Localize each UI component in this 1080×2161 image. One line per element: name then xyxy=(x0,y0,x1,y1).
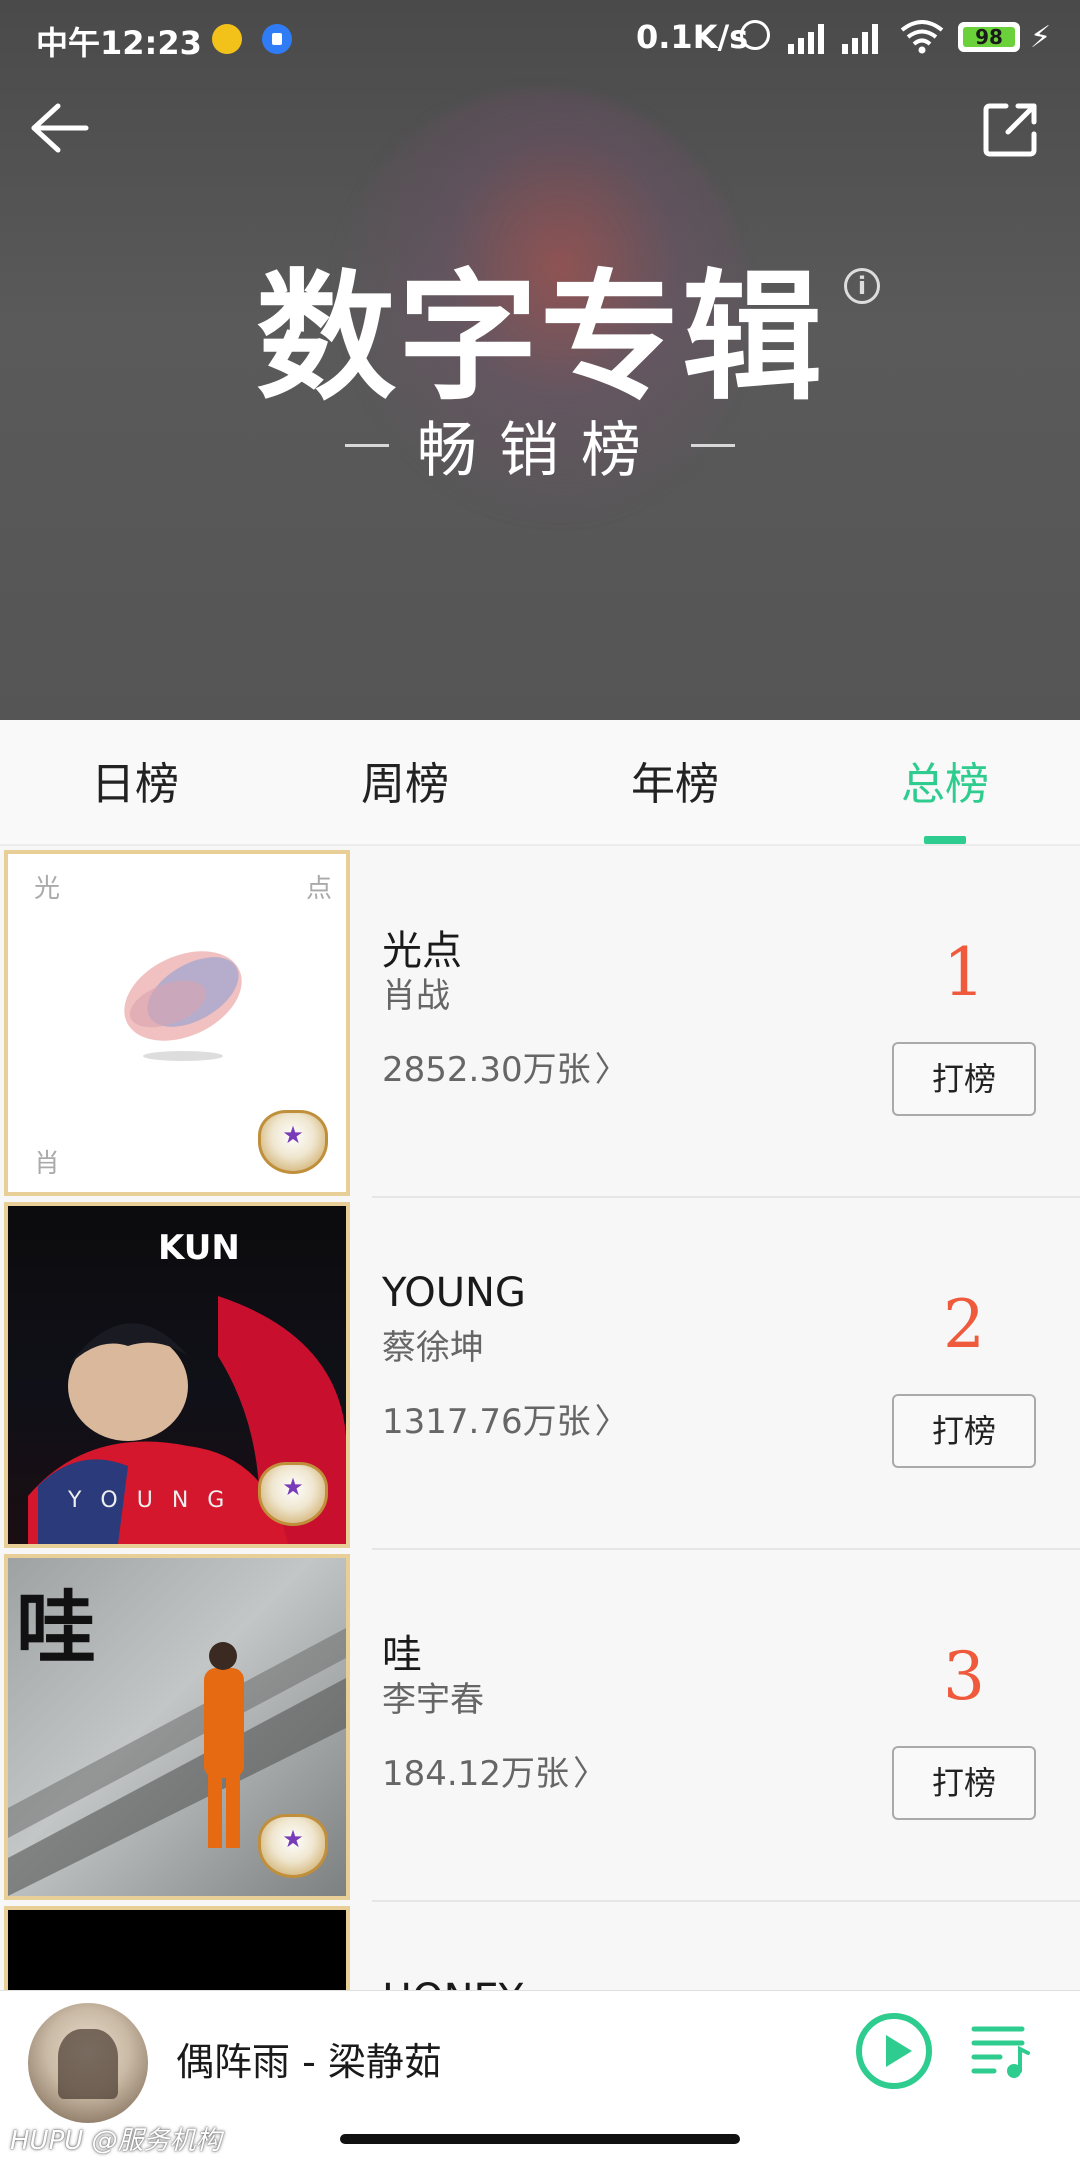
album-cover[interactable]: 光 点 肖 xyxy=(4,850,350,1196)
album-cover[interactable]: KUN Y O U N G xyxy=(4,1202,350,1548)
chart-title: 数字专辑 xyxy=(255,257,824,420)
tab-total[interactable]: 总榜 xyxy=(810,720,1080,844)
network-speed: 0.1K/s xyxy=(636,18,749,56)
alarm-icon xyxy=(740,20,770,50)
playlist-icon[interactable] xyxy=(970,2019,1032,2081)
now-playing-cover[interactable] xyxy=(28,2003,148,2123)
album-row[interactable]: 光 点 肖 光点 肖战 2852.30万张〉 1 打榜 xyxy=(0,846,1080,1198)
sales-count: 1317.76万张 xyxy=(382,1402,591,1442)
subtitle-row: 畅销榜 xyxy=(0,402,1080,489)
album-title: HONEY xyxy=(382,1976,523,1990)
notification-app-icon xyxy=(262,24,292,54)
now-playing-title[interactable]: 偶阵雨 - 梁静茹 xyxy=(176,2031,442,2086)
platinum-badge-icon xyxy=(258,1110,328,1174)
tab-daily[interactable]: 日榜 xyxy=(0,720,270,844)
chevron-right-icon: 〉 xyxy=(594,1050,629,1090)
vote-button[interactable]: 打榜 xyxy=(892,1042,1036,1116)
album-artist: 肖战 xyxy=(382,976,450,1016)
home-indicator[interactable] xyxy=(340,2134,740,2144)
signal-hd-icon xyxy=(788,22,832,54)
notification-coin-icon xyxy=(212,24,242,54)
subtitle-divider-right xyxy=(691,444,735,447)
info-icon[interactable]: i xyxy=(844,268,880,304)
share-icon[interactable] xyxy=(978,96,1044,162)
cover-text: 肖 xyxy=(34,1149,61,1179)
album-info: YOUNG 蔡徐坤 1317.76万张〉 xyxy=(382,1198,882,1550)
album-sales[interactable]: 184.12万张〉 xyxy=(382,1746,607,1795)
back-icon[interactable] xyxy=(28,96,92,160)
battery-icon: 98 xyxy=(958,22,1020,52)
cover-text: 光 xyxy=(34,874,61,904)
chart-header: 中午12:23 0.1K/s 98 ⚡ 数字专辑 i 畅销榜 xyxy=(0,0,1080,720)
chart-subtitle: 畅销榜 xyxy=(417,416,663,486)
cover-text: Y O U N G xyxy=(68,1488,231,1513)
sales-count: 184.12万张 xyxy=(382,1754,569,1794)
tab-yearly[interactable]: 年榜 xyxy=(540,720,810,844)
status-time: 中午12:23 xyxy=(36,24,202,62)
album-row[interactable]: KUN Y O U N G YOUNG 蔡徐坤 1317.76万张〉 2 打榜 xyxy=(0,1198,1080,1550)
album-row[interactable]: 哇 哇 李宇春 184.12万张〉 3 打榜 xyxy=(0,1550,1080,1902)
tab-weekly[interactable]: 周榜 xyxy=(270,720,540,844)
subtitle-divider-left xyxy=(345,444,389,447)
chevron-right-icon: 〉 xyxy=(572,1754,607,1794)
rank-number: 2 xyxy=(943,1286,985,1363)
album-sales[interactable]: 1317.76万张〉 xyxy=(382,1394,629,1443)
rank-number: 1 xyxy=(943,934,985,1011)
album-artist: 蔡徐坤 xyxy=(382,1328,484,1368)
album-info: 哇 李宇春 184.12万张〉 xyxy=(382,1550,882,1902)
active-tab-indicator xyxy=(924,836,966,844)
sales-count: 2852.30万张 xyxy=(382,1050,591,1090)
status-icons: 98 ⚡ xyxy=(740,18,1060,62)
wifi-icon xyxy=(900,20,944,54)
rank-number: 3 xyxy=(943,1638,985,1715)
album-cover[interactable]: 哇 xyxy=(4,1554,350,1900)
album-info: 光点 肖战 2852.30万张〉 xyxy=(382,846,882,1198)
album-title: YOUNG xyxy=(382,1270,526,1316)
vote-button[interactable]: 打榜 xyxy=(892,1746,1036,1820)
signal-icon xyxy=(842,22,886,54)
album-sales[interactable]: 2852.30万张〉 xyxy=(382,1042,629,1091)
battery-level: 98 xyxy=(975,25,1003,49)
charging-icon: ⚡ xyxy=(1030,20,1052,55)
vote-button[interactable]: 打榜 xyxy=(892,1394,1036,1468)
chart-tabs: 日榜 周榜 年榜 总榜 xyxy=(0,720,1080,846)
cover-text: 点 xyxy=(305,874,332,904)
album-cover[interactable] xyxy=(4,1906,350,1990)
watermark: HUPU @服务机构 xyxy=(10,2126,222,2156)
platinum-badge-icon xyxy=(258,1814,328,1878)
album-artist: 李宇春 xyxy=(382,1680,484,1720)
cover-artwork xyxy=(124,951,242,1061)
status-bar: 中午12:23 0.1K/s 98 ⚡ xyxy=(0,0,1080,80)
album-info: HONEY xyxy=(382,1902,882,1990)
cover-text: KUN xyxy=(158,1228,240,1268)
platinum-badge-icon xyxy=(258,1462,328,1526)
chevron-right-icon: 〉 xyxy=(594,1402,629,1442)
play-icon[interactable] xyxy=(856,2013,932,2089)
album-row[interactable]: HONEY xyxy=(0,1902,1080,1990)
